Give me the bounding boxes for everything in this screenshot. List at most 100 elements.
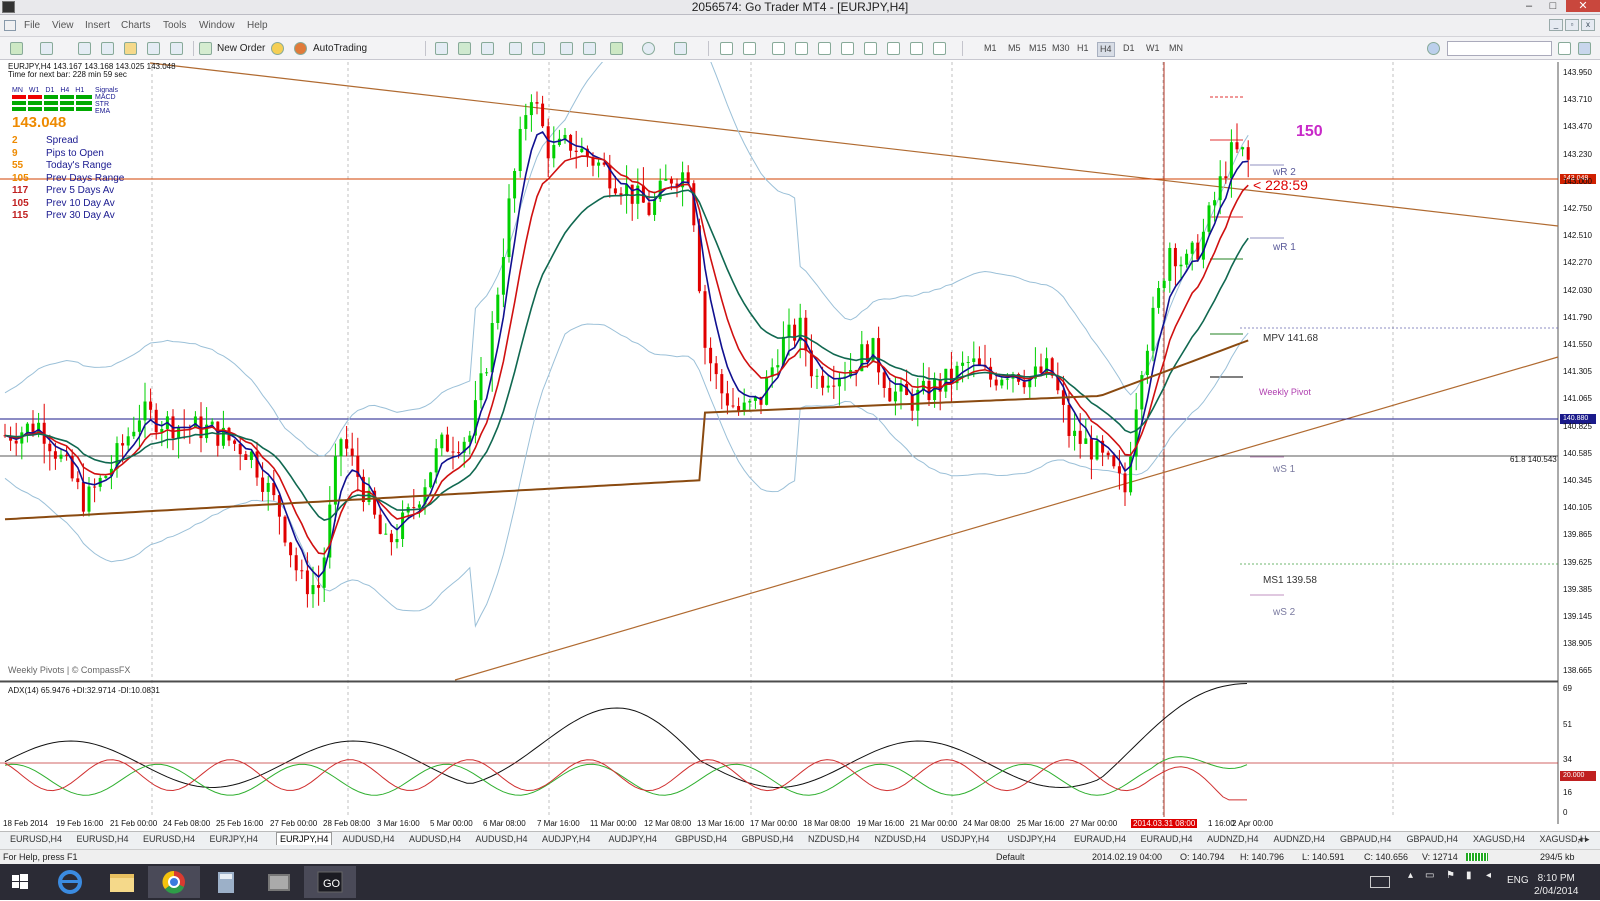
search-input[interactable]: [1447, 41, 1552, 56]
text-icon[interactable]: [887, 42, 900, 55]
mt4-taskbar-icon[interactable]: GO: [304, 866, 356, 898]
bar-chart-icon[interactable]: [435, 42, 448, 55]
mdi-close-button[interactable]: x: [1581, 19, 1595, 31]
price-chart[interactable]: [0, 62, 1600, 824]
arrows-icon[interactable]: [933, 42, 946, 55]
tray-volume-icon[interactable]: ◂: [1486, 870, 1491, 881]
mdi-restore-button[interactable]: ▫: [1565, 19, 1579, 31]
tray-signal-icon[interactable]: ▮: [1466, 870, 1472, 881]
community-icon[interactable]: [1578, 42, 1591, 55]
keyboard-icon[interactable]: [1370, 876, 1390, 888]
strategy-tester-icon[interactable]: [170, 42, 183, 55]
tf-m15[interactable]: M15: [1027, 42, 1049, 55]
chart-tab[interactable]: AUDJPY,H4: [609, 834, 657, 844]
menu-file[interactable]: File: [24, 20, 40, 31]
tf-h1[interactable]: H1: [1075, 42, 1091, 55]
chart-tab[interactable]: EURJPY,H4: [276, 832, 333, 845]
chart-tab[interactable]: AUDUSD,H4: [476, 834, 528, 844]
menu-insert[interactable]: Insert: [85, 20, 110, 31]
tray-network-icon[interactable]: ▭: [1425, 870, 1434, 881]
minimize-button[interactable]: –: [1517, 0, 1541, 12]
navigator-icon[interactable]: [124, 42, 137, 55]
chart-tab[interactable]: AUDUSD,H4: [409, 834, 461, 844]
chart-tab[interactable]: EURUSD,H4: [77, 834, 129, 844]
tf-w1[interactable]: W1: [1144, 42, 1162, 55]
menu-help[interactable]: Help: [247, 20, 268, 31]
cursor-icon[interactable]: [720, 42, 733, 55]
zoom-out-icon[interactable]: [532, 42, 545, 55]
tf-m5[interactable]: M5: [1006, 42, 1023, 55]
chart-menu-icon[interactable]: [4, 20, 16, 31]
chart-tab[interactable]: AUDNZD,H4: [1274, 834, 1326, 844]
trendline-icon[interactable]: [818, 42, 831, 55]
data-window-icon[interactable]: [101, 42, 114, 55]
chart-tab[interactable]: GBPUSD,H4: [742, 834, 794, 844]
vertical-line-icon[interactable]: [772, 42, 785, 55]
terminal-icon[interactable]: [147, 42, 160, 55]
start-button[interactable]: [0, 866, 40, 898]
chart-tab[interactable]: EURAUD,H4: [1074, 834, 1126, 844]
market-watch-icon[interactable]: [78, 42, 91, 55]
fibonacci-icon[interactable]: [864, 42, 877, 55]
autotrading-button[interactable]: AutoTrading: [313, 41, 367, 56]
menu-view[interactable]: View: [52, 20, 74, 31]
chart-tab[interactable]: AUDUSD,H4: [343, 834, 395, 844]
autoscroll-icon[interactable]: [560, 42, 573, 55]
film-app-icon[interactable]: [252, 866, 304, 898]
zoom-in-icon[interactable]: [509, 42, 522, 55]
taskbar-clock[interactable]: 8:10 PM 2/04/2014: [1534, 872, 1579, 898]
tf-m1[interactable]: M1: [982, 42, 999, 55]
chart-tab[interactable]: NZDUSD,H4: [808, 834, 860, 844]
chrome-icon[interactable]: [148, 866, 200, 898]
periods-icon[interactable]: [642, 42, 655, 55]
tray-flag-icon[interactable]: ⚑: [1446, 870, 1455, 881]
crosshair-icon[interactable]: [743, 42, 756, 55]
profiles-icon[interactable]: [40, 42, 53, 55]
menu-window[interactable]: Window: [199, 20, 235, 31]
new-chart-icon[interactable]: [10, 42, 23, 55]
candle-body: [961, 362, 965, 366]
chart-tab[interactable]: USDJPY,H4: [941, 834, 989, 844]
menu-tools[interactable]: Tools: [163, 20, 186, 31]
chart-tab[interactable]: XAGUSD,H4: [1473, 834, 1525, 844]
candlestick-icon[interactable]: [458, 42, 471, 55]
line-chart-icon[interactable]: [481, 42, 494, 55]
menu-charts[interactable]: Charts: [121, 20, 150, 31]
metaeditor-icon[interactable]: [271, 42, 284, 55]
chart-tab[interactable]: GBPAUD,H4: [1340, 834, 1391, 844]
tf-h4[interactable]: H4: [1097, 42, 1115, 57]
maximize-button[interactable]: □: [1541, 0, 1565, 12]
ie-icon[interactable]: [44, 866, 96, 898]
chart-tab[interactable]: USDJPY,H4: [1008, 834, 1056, 844]
indicators-icon[interactable]: [610, 42, 623, 55]
new-order-button[interactable]: New Order: [217, 41, 265, 56]
chart-tab[interactable]: AUDNZD,H4: [1207, 834, 1259, 844]
settings-icon[interactable]: [1427, 42, 1440, 55]
chart-tab[interactable]: NZDUSD,H4: [875, 834, 927, 844]
chart-tab[interactable]: GBPUSD,H4: [675, 834, 727, 844]
chart-tab[interactable]: EURUSD,H4: [143, 834, 195, 844]
tray-chevron-icon[interactable]: ▴: [1408, 870, 1413, 881]
templates-icon[interactable]: [674, 42, 687, 55]
horizontal-line-icon[interactable]: [795, 42, 808, 55]
tf-m30[interactable]: M30: [1050, 42, 1072, 55]
equidistant-channel-icon[interactable]: [841, 42, 854, 55]
chart-shift-icon[interactable]: [583, 42, 596, 55]
calculator-icon[interactable]: [200, 866, 252, 898]
chart-tab[interactable]: GBPAUD,H4: [1407, 834, 1458, 844]
chart-tab[interactable]: EURUSD,H4: [10, 834, 62, 844]
tf-d1[interactable]: D1: [1121, 42, 1137, 55]
search-icon[interactable]: [1558, 42, 1571, 55]
tf-mn[interactable]: MN: [1167, 42, 1185, 55]
chart-tab[interactable]: AUDJPY,H4: [542, 834, 590, 844]
chart-tab[interactable]: EURAUD,H4: [1141, 834, 1193, 844]
candle-body: [93, 486, 97, 488]
explorer-icon[interactable]: [96, 866, 148, 898]
text-label-icon[interactable]: [910, 42, 923, 55]
adx-scale-label: 51: [1563, 720, 1572, 729]
tab-scroll-arrows[interactable]: ◂ ▸: [1578, 834, 1590, 845]
chart-tab[interactable]: EURJPY,H4: [210, 834, 258, 844]
close-button[interactable]: ✕: [1566, 0, 1600, 12]
mdi-minimize-button[interactable]: _: [1549, 19, 1563, 31]
input-language[interactable]: ENG: [1507, 875, 1529, 886]
